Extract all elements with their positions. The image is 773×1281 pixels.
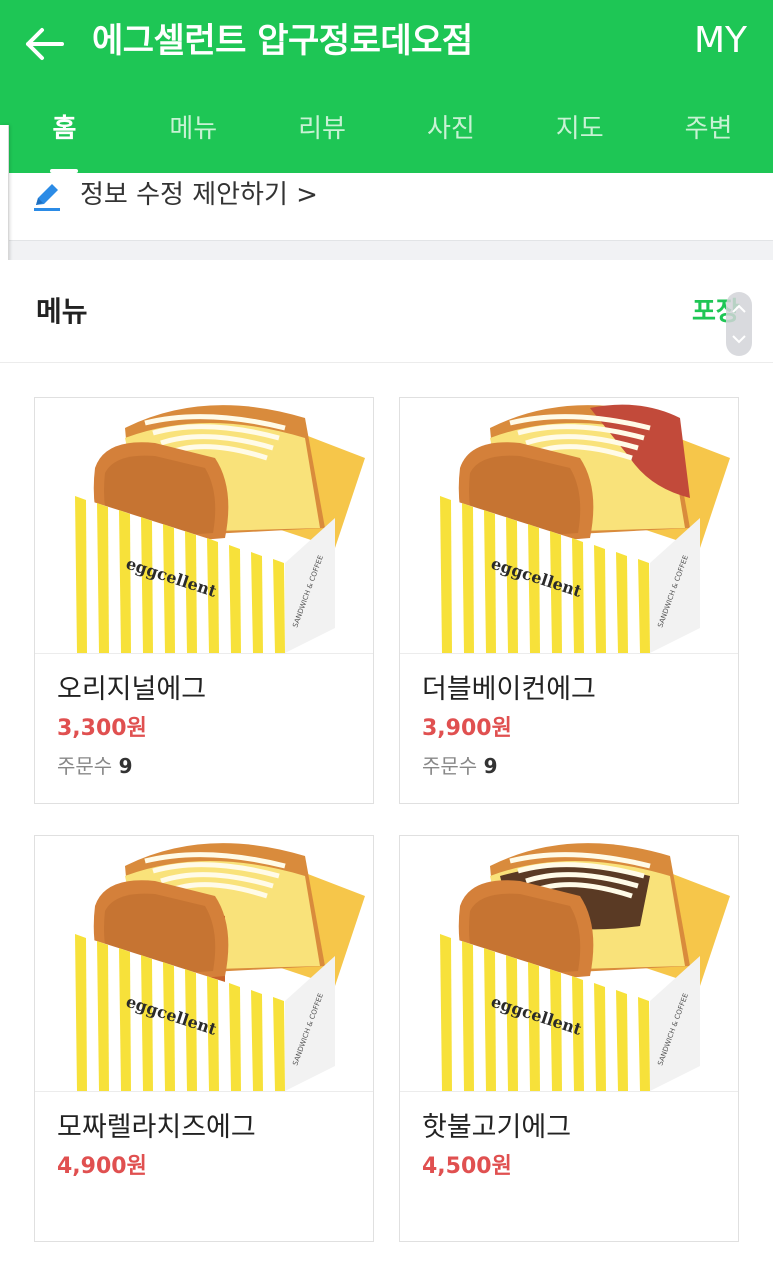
menu-item-photo: eggcellent SANDWICH & COFFEE xyxy=(400,836,738,1092)
orders-prefix: 주문수 xyxy=(422,754,478,778)
scroll-handle[interactable] xyxy=(726,292,752,356)
tab-map[interactable]: 지도 xyxy=(515,88,644,173)
tab-photos[interactable]: 사진 xyxy=(386,88,515,173)
sandwich-illustration: eggcellent SANDWICH & COFFEE xyxy=(430,404,730,653)
back-arrow-icon[interactable] xyxy=(22,22,66,66)
tab-home[interactable]: 홈 xyxy=(0,88,129,173)
menu-item-photo: eggcellent SANDWICH & COFFEE xyxy=(35,836,373,1092)
sandwich-illustration: eggcellent SANDWICH & COFFEE xyxy=(430,843,730,1091)
menu-item-name: 핫불고기에그 xyxy=(422,1112,572,1143)
menu-item-photo: eggcellent SANDWICH & COFFEE xyxy=(35,398,373,654)
menu-item-card[interactable]: eggcellent SANDWICH & COFFEE 더블베이컨에그 3,90… xyxy=(399,397,739,804)
menu-item-photo: eggcellent SANDWICH & COFFEE xyxy=(400,398,738,654)
app-bar: 에그셀런트 압구정로데오점 MY xyxy=(0,0,773,88)
tab-menu[interactable]: 메뉴 xyxy=(129,88,258,173)
orders-count: 9 xyxy=(483,754,498,778)
chevron-down-icon xyxy=(732,335,746,344)
sandwich-illustration: eggcellent SANDWICH & COFFEE xyxy=(65,405,365,653)
menu-item-orders: 주문수 9 xyxy=(57,750,132,782)
pencil-icon xyxy=(34,184,60,211)
menu-item-orders: 주문수 9 xyxy=(422,750,497,782)
chevron-up-icon xyxy=(732,304,746,313)
menu-item-name: 모짜렐라치즈에그 xyxy=(57,1112,256,1143)
edit-suggestion-link[interactable]: 정보 수정 제안하기 > xyxy=(80,175,318,215)
menu-item-price: 4,500원 xyxy=(422,1154,512,1179)
orders-count: 9 xyxy=(118,754,133,778)
menu-header: 메뉴 포장 xyxy=(0,260,773,363)
menu-item-price: 4,900원 xyxy=(57,1154,147,1179)
menu-item-price: 3,300원 xyxy=(57,716,147,741)
sandwich-illustration: eggcellent SANDWICH & COFFEE xyxy=(65,843,365,1091)
menu-item-card[interactable]: eggcellent SANDWICH & COFFEE 모짜렐라치즈에그 4,9… xyxy=(34,835,374,1242)
edit-suggestion-row[interactable]: 정보 수정 제안하기 > xyxy=(0,173,773,241)
menu-item-card[interactable]: eggcellent SANDWICH & COFFEE 오리지널에그 3,300… xyxy=(34,397,374,804)
my-button[interactable]: MY xyxy=(694,18,747,64)
store-title: 에그셀런트 압구정로데오점 xyxy=(92,21,473,61)
menu-item-card[interactable]: eggcellent SANDWICH & COFFEE 핫불고기에그 4,500… xyxy=(399,835,739,1242)
menu-item-name: 오리지널에그 xyxy=(57,674,207,705)
menu-section: 메뉴 포장 eggcellent SANDWICH & COFFEE 오리지널에그… xyxy=(0,260,773,1281)
tab-bar: 홈 메뉴 리뷰 사진 지도 주변 xyxy=(0,88,773,173)
menu-item-name: 더블베이컨에그 xyxy=(422,674,596,705)
tab-reviews[interactable]: 리뷰 xyxy=(258,88,387,173)
menu-title: 메뉴 xyxy=(36,295,88,328)
orders-prefix: 주문수 xyxy=(57,754,113,778)
menu-item-price: 3,900원 xyxy=(422,716,512,741)
tab-nearby[interactable]: 주변 xyxy=(644,88,773,173)
